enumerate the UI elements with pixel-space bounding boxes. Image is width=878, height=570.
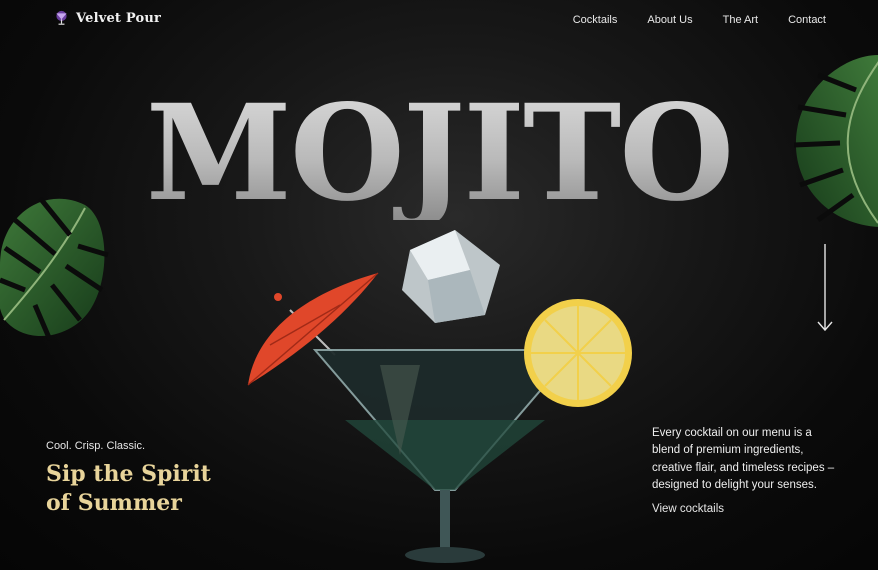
cocktail-illustration xyxy=(247,230,632,563)
tagline-heading-line1: Sip the Spirit xyxy=(46,461,211,487)
monstera-leaf-icon xyxy=(0,196,109,341)
brand-name: Velvet Pour xyxy=(76,11,162,26)
tagline-heading-line2: of Summer xyxy=(46,489,182,516)
nav-link-about-us[interactable]: About Us xyxy=(647,14,692,26)
hero-description: Every cocktail on our menu is a blend of… xyxy=(652,427,835,491)
hero-tagline: Cool. Crisp. Classic. Sip the Spirit of … xyxy=(46,440,211,517)
tagline-small: Cool. Crisp. Classic. xyxy=(46,440,146,452)
arrow-down-icon[interactable] xyxy=(816,244,834,334)
hero-title: MOJITO xyxy=(0,88,878,220)
cocktail-glass-icon xyxy=(56,10,67,25)
nav-link-contact[interactable]: Contact xyxy=(788,14,826,26)
navbar: Velvet Pour Cocktails About Us The Art C… xyxy=(0,0,878,42)
hero-description-block: Every cocktail on our menu is a blend of… xyxy=(652,425,842,517)
lemon-slice xyxy=(524,299,632,407)
nav-link-cocktails[interactable]: Cocktails xyxy=(573,14,618,26)
brand[interactable]: Velvet Pour xyxy=(53,10,161,27)
nav-link-the-art[interactable]: The Art xyxy=(723,14,758,26)
view-cocktails-link[interactable]: View cocktails xyxy=(652,503,724,515)
monstera-leaf-icon xyxy=(793,55,878,227)
nav-links: Cocktails About Us The Art Contact xyxy=(573,14,826,26)
ice-cube xyxy=(402,230,500,323)
tagline-heading: Sip the Spirit of Summer xyxy=(46,460,211,517)
